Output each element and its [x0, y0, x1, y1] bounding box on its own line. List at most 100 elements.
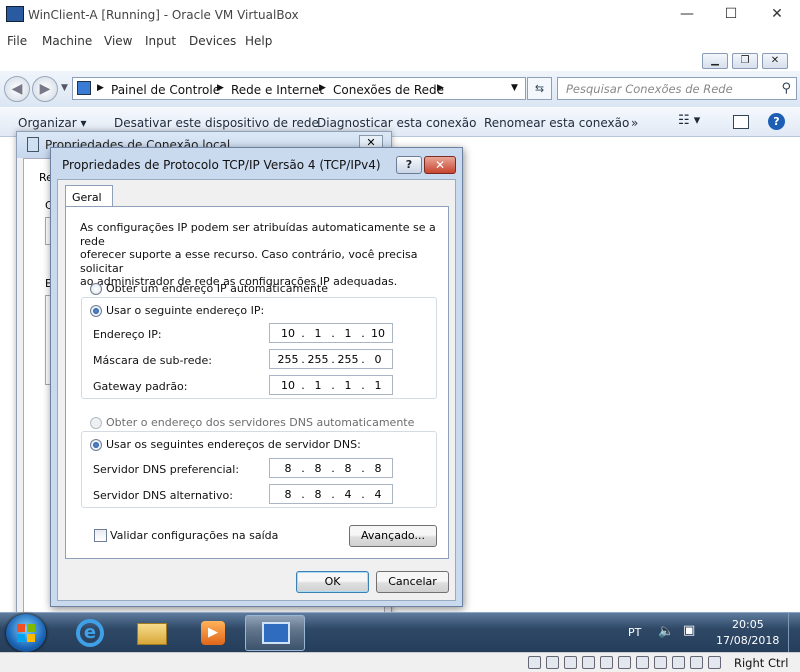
explorer-close-button[interactable]: ✕ [762, 53, 788, 69]
explorer-restore-button[interactable]: ❐ [732, 53, 758, 69]
octet: 10 [281, 327, 295, 340]
auto-dns-radio[interactable] [90, 417, 102, 429]
dialog-close-button[interactable]: ✕ [424, 156, 456, 174]
display-icon[interactable] [636, 656, 649, 669]
menu-help[interactable]: Help [245, 34, 272, 48]
start-button[interactable] [6, 614, 46, 652]
ip-address-label: Endereço IP: [93, 328, 162, 341]
virtualbox-icon [6, 6, 24, 22]
octet: 255 [337, 353, 359, 366]
octet: 0 [374, 353, 382, 366]
keyboard-icon[interactable] [708, 656, 721, 669]
more-commands-button[interactable]: » [631, 116, 638, 130]
menu-input[interactable]: Input [145, 34, 176, 48]
show-desktop-button[interactable] [788, 613, 800, 652]
search-icon[interactable]: ⚲ [781, 81, 791, 96]
dialog-caption: Propriedades de Protocolo TCP/IP Versão … [51, 148, 462, 178]
explorer-folder-icon[interactable] [122, 615, 182, 651]
disable-device-button[interactable]: Desativar este dispositivo de rede [114, 116, 319, 130]
host-window-title: WinClient-A [Running] - Oracle VM Virtua… [28, 8, 299, 22]
address-box[interactable]: ▶ Painel de Controle ▶ Rede e Internet ▶… [72, 77, 526, 100]
description-line: oferecer suporte a esse recurso. Caso co… [80, 248, 418, 275]
manual-dns-radio[interactable] [90, 439, 102, 451]
octet: 10 [371, 327, 385, 340]
octet: 255 [277, 353, 299, 366]
clock-date[interactable]: 17/08/2018 [716, 634, 779, 647]
tcpipv4-properties-dialog: Propriedades de Protocolo TCP/IP Versão … [50, 147, 463, 607]
subnet-mask-field[interactable]: 255. 255. 255. 0 [269, 349, 393, 369]
preferred-dns-field[interactable]: 8. 8. 8. 8 [269, 458, 393, 478]
breadcrumb-arrow-icon[interactable]: ▶ [97, 83, 104, 93]
auto-ip-radio[interactable] [90, 283, 102, 295]
breadcrumb-control-panel[interactable]: Painel de Controle [111, 83, 220, 97]
hard-disk-icon[interactable] [528, 656, 541, 669]
explorer-minimize-button[interactable]: ▁ [702, 53, 728, 69]
media-player-icon[interactable]: ▶ [183, 615, 243, 651]
network-connections-task-icon[interactable] [245, 615, 305, 651]
validate-label: Validar configurações na saída [110, 529, 279, 542]
breadcrumb-network-internet[interactable]: Rede e Internet [231, 83, 324, 97]
address-bar: ◀ ▶ ▼ ▶ Painel de Controle ▶ Rede e Inte… [0, 71, 800, 107]
optical-drive-icon[interactable] [546, 656, 559, 669]
back-arrow-icon[interactable]: ◀ [4, 76, 30, 102]
alternate-dns-label: Servidor DNS alternativo: [93, 489, 233, 502]
breadcrumb-arrow-icon[interactable]: ▶ [217, 83, 224, 93]
dialog-title: Propriedades de Protocolo TCP/IP Versão … [62, 158, 381, 172]
breadcrumb-arrow-icon[interactable]: ▶ [437, 83, 444, 93]
refresh-icon[interactable]: ⇆ [527, 77, 552, 100]
video-capture-icon[interactable] [654, 656, 667, 669]
ip-address-field[interactable]: 10. 1. 1. 10 [269, 323, 393, 343]
address-dropdown-icon[interactable]: ▼ [511, 83, 518, 93]
audio-icon[interactable] [564, 656, 577, 669]
menu-view[interactable]: View [104, 34, 132, 48]
close-button[interactable]: ✕ [762, 4, 792, 24]
preview-pane-icon[interactable] [733, 115, 749, 129]
breadcrumb-network-connections[interactable]: Conexões de Rede [333, 83, 444, 97]
control-panel-icon [77, 81, 91, 95]
taskbar: e ▶ PT 🔈 ▣ 20:05 17/08/2018 [0, 612, 800, 652]
breadcrumb-arrow-icon[interactable]: ▶ [319, 83, 326, 93]
octet: 4 [344, 488, 352, 501]
alternate-dns-field[interactable]: 8. 8. 4. 4 [269, 484, 393, 504]
cancel-button[interactable]: Cancelar [376, 571, 449, 593]
help-icon[interactable]: ? [768, 113, 785, 130]
menu-devices[interactable]: Devices [189, 34, 236, 48]
network-icon[interactable] [582, 656, 595, 669]
validate-checkbox[interactable] [94, 529, 107, 542]
octet: 1 [344, 327, 352, 340]
host-key-label: Right Ctrl [734, 656, 789, 670]
help-button[interactable]: ? [396, 156, 422, 174]
tab-general[interactable]: Geral [65, 185, 113, 207]
clock-time[interactable]: 20:05 [732, 618, 764, 631]
mouse-integration-icon[interactable] [690, 656, 703, 669]
rename-connection-button[interactable]: Renomear esta conexão [484, 116, 629, 130]
network-adapter-icon [27, 137, 39, 152]
shared-folders-icon[interactable] [618, 656, 631, 669]
forward-arrow-icon[interactable]: ▶ [32, 76, 58, 102]
internet-explorer-icon[interactable]: e [60, 615, 120, 651]
volume-icon[interactable]: 🔈 [658, 624, 674, 639]
advanced-button[interactable]: Avançado... [349, 525, 437, 547]
host-menu-bar: File Machine View Input Devices Help [0, 30, 800, 52]
subnet-mask-label: Máscara de sub-rede: [93, 354, 212, 367]
language-indicator[interactable]: PT [628, 626, 641, 639]
ok-button[interactable]: OK [296, 571, 369, 593]
octet: 8 [374, 462, 382, 475]
cpu-icon[interactable] [672, 656, 685, 669]
usb-icon[interactable] [600, 656, 613, 669]
manual-ip-radio[interactable] [90, 305, 102, 317]
history-chevron-icon[interactable]: ▼ [61, 83, 68, 93]
gateway-field[interactable]: 10. 1. 1. 1 [269, 375, 393, 395]
menu-machine[interactable]: Machine [42, 34, 92, 48]
network-tray-icon[interactable]: ▣ [683, 623, 695, 638]
search-input[interactable]: Pesquisar Conexões de Rede ⚲ [557, 77, 797, 100]
minimize-button[interactable]: — [672, 4, 702, 24]
octet: 4 [374, 488, 382, 501]
organize-button[interactable]: Organizar ▾ [18, 116, 87, 130]
menu-file[interactable]: File [7, 34, 27, 48]
manual-ip-label: Usar o seguinte endereço IP: [106, 304, 268, 318]
search-placeholder: Pesquisar Conexões de Rede [566, 82, 733, 96]
maximize-button[interactable]: ☐ [716, 4, 746, 24]
diagnose-connection-button[interactable]: Diagnosticar esta conexão [317, 116, 477, 130]
view-options-icon[interactable]: ☷ ▾ [678, 113, 700, 128]
